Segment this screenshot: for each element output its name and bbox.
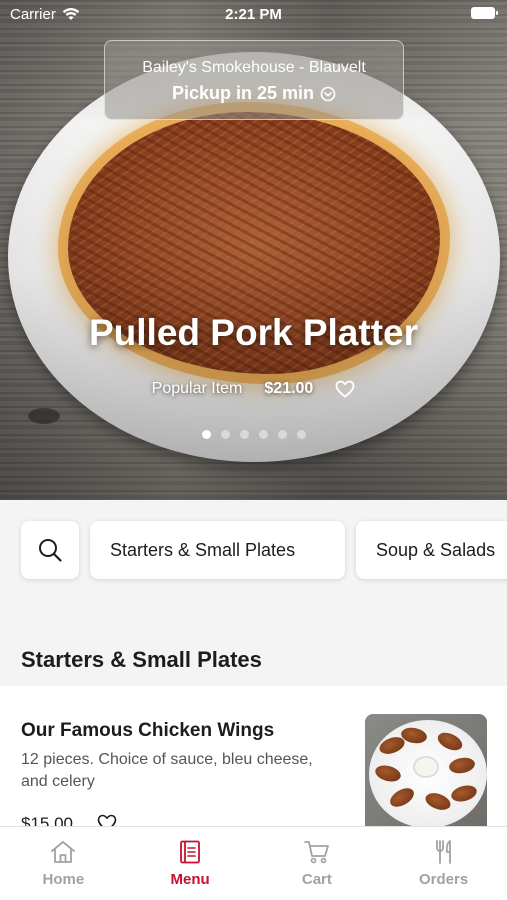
chevron-down-circle-icon: [320, 86, 336, 101]
tab-label: Menu: [170, 871, 210, 888]
category-chip[interactable]: Starters & Small Plates: [90, 521, 345, 579]
section-title: Starters & Small Plates: [21, 647, 262, 672]
menu-book-icon: [180, 840, 201, 864]
category-bar: Starters & Small Plates Soup & Salads: [0, 500, 507, 610]
tab-menu[interactable]: Menu: [127, 827, 254, 900]
item-name: Our Famous Chicken Wings: [21, 720, 275, 741]
tab-label: Cart: [301, 871, 332, 888]
status-bar: Carrier 2:21 PM: [0, 0, 507, 28]
battery-icon: [471, 7, 498, 19]
tab-orders[interactable]: Orders: [380, 827, 507, 900]
search-icon: [39, 539, 62, 562]
search-button[interactable]: [21, 521, 79, 579]
status-time: 2:21 PM: [225, 6, 282, 23]
carousel-dot[interactable]: [220, 430, 230, 439]
carousel-dot[interactable]: [258, 430, 268, 439]
hero-meta: Popular Item $21.00: [0, 380, 507, 398]
hero-price: $21.00: [264, 380, 314, 397]
tab-bar: Home Menu Cart Orders: [0, 826, 507, 900]
carousel-dot[interactable]: [239, 430, 249, 439]
heart-icon[interactable]: [97, 814, 117, 826]
store-pickup-selector[interactable]: Bailey's Smokehouse - Blauvelt Pickup in…: [104, 40, 404, 120]
heart-icon[interactable]: [335, 380, 355, 398]
item-description: 12 pieces. Choice of sauce, bleu cheese,…: [21, 751, 313, 790]
menu-item-card[interactable]: Our Famous Chicken Wings 12 pieces. Choi…: [0, 686, 507, 826]
tab-cart[interactable]: Cart: [254, 827, 381, 900]
chicken-wings-image: [365, 714, 487, 826]
fork-knife-icon: [435, 840, 451, 864]
tab-label: Orders: [419, 871, 469, 888]
carousel-pagination[interactable]: [0, 430, 507, 439]
carousel-dot[interactable]: [296, 430, 306, 439]
tab-home[interactable]: Home: [0, 827, 127, 900]
category-chip[interactable]: Soup & Salads: [356, 521, 507, 579]
home-icon: [51, 841, 76, 863]
carousel-dot[interactable]: [277, 430, 287, 439]
store-name: Bailey's Smokehouse - Blauvelt: [142, 59, 366, 76]
pickup-time: Pickup in 25 min: [171, 83, 315, 103]
carousel-dot[interactable]: [201, 430, 211, 439]
hero-banner[interactable]: Carrier 2:21 PM Bailey's Smokehouse - Bl…: [0, 0, 507, 500]
item-price: $15.00: [21, 814, 73, 826]
hero-title: Pulled Pork Platter: [89, 312, 418, 353]
tab-label: Home: [42, 871, 85, 888]
cart-icon: [303, 841, 329, 864]
hero-tag: Popular Item: [151, 380, 243, 397]
